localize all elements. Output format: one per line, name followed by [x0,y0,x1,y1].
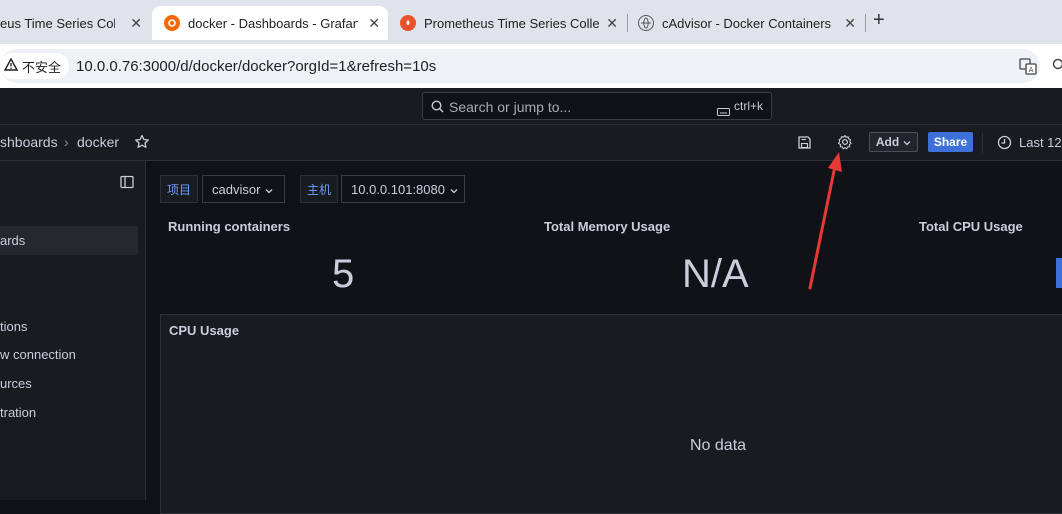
stat-panel-title: Total Memory Usage [544,219,670,234]
browser-tab-active[interactable]: docker - Dashboards - Grafan ✕ [152,6,388,40]
search-icon [431,100,444,118]
clock-icon[interactable] [997,135,1012,155]
prometheus-logo-icon [400,15,416,31]
omnibox[interactable]: 不安全 10.0.0.76:3000/d/docker/docker?orgId… [0,49,1040,83]
breadcrumb-current: docker [77,134,119,150]
close-icon[interactable]: ✕ [606,15,618,32]
translate-icon[interactable]: A [1019,58,1037,80]
stat-panel-value: N/A [682,252,749,297]
tab-title: eus Time Series Colle [0,16,115,31]
sidebar: ards tions w connection urces tration [0,161,146,500]
breadcrumb-parent[interactable]: shboards [0,134,58,150]
new-tab-button[interactable]: + [873,9,885,32]
variable-value: 10.0.0.101:8080 [351,182,445,197]
address-bar: 不安全 10.0.0.76:3000/d/docker/docker?orgId… [0,44,1062,88]
stat-panel-value-bar [1056,258,1062,288]
security-badge[interactable]: 不安全 [0,53,69,79]
chevron-down-icon [903,135,911,149]
svg-text:A: A [1029,66,1034,74]
sidebar-item-data-sources[interactable]: urces [0,376,32,391]
chevron-down-icon [450,182,458,197]
dashboard-nav-bar: shboards › docker Add Share Last 12 [0,125,1062,161]
close-icon[interactable]: ✕ [368,15,380,32]
tab-title: cAdvisor - Docker Containers [662,16,847,31]
share-button[interactable]: Share [928,132,973,152]
star-icon[interactable] [134,134,150,155]
warning-icon [4,58,18,74]
globe-icon [638,15,654,31]
sidebar-item-dashboards[interactable]: ards [0,226,138,255]
variable-select-host[interactable]: 10.0.0.101:8080 [341,175,465,203]
stat-panel-title: Running containers [168,219,290,234]
sidebar-item-administration[interactable]: tration [0,405,36,420]
variable-value: cadvisor [212,182,260,197]
close-icon[interactable]: ✕ [130,15,142,32]
sidebar-item-label: ards [0,233,25,248]
sidebar-item-add-new-connection[interactable]: w connection [0,347,76,362]
close-icon[interactable]: ✕ [844,15,856,32]
cpu-usage-panel: CPU Usage No data [160,314,1062,514]
search-input[interactable]: Search or jump to... ctrl+k [422,92,772,120]
stat-panel-value: 5 [332,252,354,297]
no-data-text: No data [690,437,746,455]
tab-divider [865,14,866,32]
add-button[interactable]: Add [869,132,918,152]
stat-panel-title: Total CPU Usage [919,219,1023,234]
browser-tab[interactable]: eus Time Series Colle ✕ [0,6,150,40]
browser-tab[interactable]: cAdvisor - Docker Containers ✕ [628,6,864,40]
variable-label-project: 项目 [160,175,198,203]
security-label: 不安全 [22,57,61,76]
toolbar-divider [982,133,983,153]
panel-title: CPU Usage [169,323,239,338]
dock-menu-icon[interactable] [120,175,134,194]
add-button-label: Add [876,135,899,149]
keyboard-icon [717,103,730,121]
search-placeholder: Search or jump to... [449,99,571,115]
url-text[interactable]: 10.0.0.76:3000/d/docker/docker?orgId=1&r… [76,58,436,75]
browser-tab-bar: eus Time Series Colle ✕ docker - Dashboa… [0,0,1062,44]
browser-tab[interactable]: Prometheus Time Series Colle ✕ [390,6,626,40]
chevron-down-icon [265,182,273,197]
tab-title: docker - Dashboards - Grafan [188,16,358,31]
variable-select-project[interactable]: cadvisor [202,175,285,203]
annotation-arrow [790,140,850,300]
tab-title: Prometheus Time Series Colle [424,16,599,31]
variable-label-host: 主机 [300,175,338,203]
time-range-picker[interactable]: Last 12 [1019,135,1062,150]
search-shortcut: ctrl+k [734,99,763,113]
share-button-label: Share [934,135,967,149]
grafana-logo-icon [164,15,180,31]
sidebar-item-connections[interactable]: tions [0,319,27,334]
grafana-top-bar: Search or jump to... ctrl+k [0,88,1062,125]
breadcrumb-separator: › [64,134,69,150]
zoom-icon[interactable] [1052,58,1062,77]
